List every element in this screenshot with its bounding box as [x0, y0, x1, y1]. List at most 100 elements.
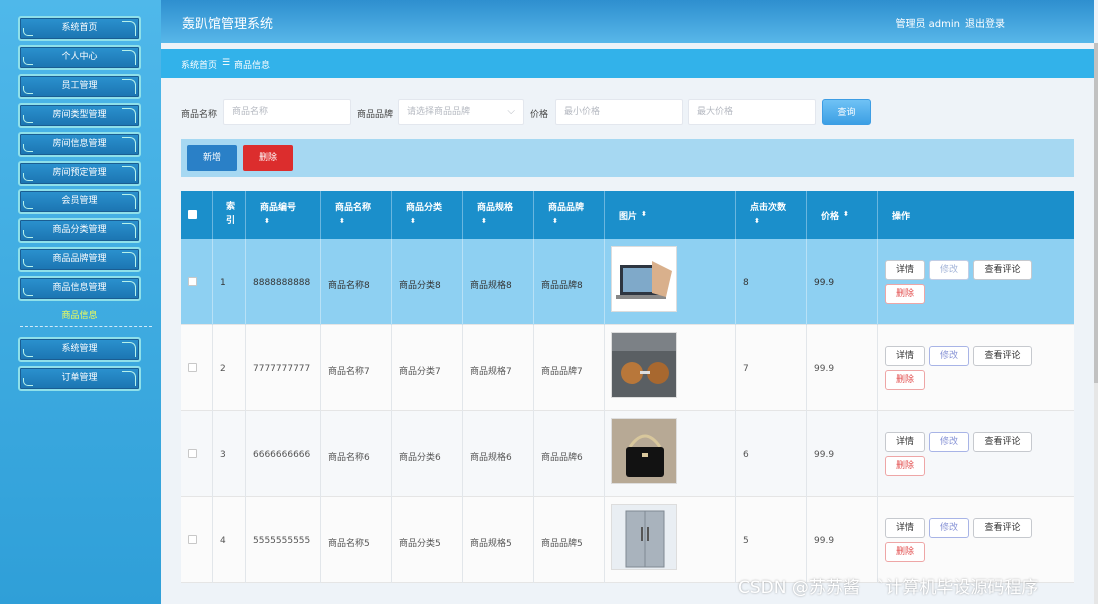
logout-link[interactable]: 退出登录 — [965, 15, 1005, 30]
laptop-image — [611, 246, 677, 312]
cell-value: 99.9 — [814, 364, 835, 374]
menu-profile[interactable]: 个人中心 — [18, 45, 141, 70]
cell-value: 99.9 — [814, 450, 835, 460]
delete-button[interactable]: 删除 — [243, 145, 293, 171]
chevron-down-icon: ⌵ — [507, 106, 515, 117]
cell-code: 7777777777 — [246, 325, 321, 411]
detail-button[interactable]: 详情 — [885, 432, 925, 452]
cell-spec: 商品规格5 — [463, 497, 534, 583]
cell-value: 2 — [220, 364, 226, 374]
detail-button[interactable]: 详情 — [885, 518, 925, 538]
cell-spec: 商品规格7 — [463, 325, 534, 411]
sort-icon: ⬍ — [754, 217, 760, 225]
row-select-cell — [181, 497, 213, 583]
cell-value: 商品名称5 — [328, 539, 370, 549]
actions-cell: 详情 修改 查看评论删除 — [878, 239, 1074, 325]
actions-cell: 详情 修改 查看评论删除 — [878, 497, 1074, 583]
action-toolbar — [181, 139, 1074, 177]
row-checkbox[interactable] — [188, 449, 197, 458]
row-delete-button[interactable]: 删除 — [885, 542, 925, 562]
cell-brand: 商品品牌6 — [534, 411, 605, 497]
table-row[interactable]: 4 5555555555 商品名称5 商品分类5 商品规格5 商品品牌5 5 99.9 详情 修改… — [181, 497, 1074, 583]
cell-value: 5 — [743, 536, 749, 546]
cell-idx: 3 — [213, 411, 246, 497]
cell-value: 8 — [743, 278, 749, 288]
cell-brand: 商品品牌7 — [534, 325, 605, 411]
view-comments-button[interactable]: 查看评论 — [973, 518, 1032, 538]
cell-brand: 商品品牌5 — [534, 497, 605, 583]
cell-value: 99.9 — [814, 536, 835, 546]
menu-system[interactable]: 系统管理 — [18, 337, 141, 362]
max-price-input[interactable]: 最大价格 — [688, 99, 816, 125]
menu-product-info[interactable]: 商品信息管理 — [18, 276, 141, 301]
sidebar-divider — [20, 326, 152, 327]
header-image[interactable]: 图片 ⬍ — [605, 191, 736, 239]
breadcrumb-home[interactable]: 系统首页 — [181, 58, 217, 71]
edit-button[interactable]: 修改 — [929, 260, 969, 280]
edit-button[interactable]: 修改 — [929, 432, 969, 452]
cell-value: 5555555555 — [253, 536, 311, 546]
edit-button[interactable]: 修改 — [929, 346, 969, 366]
add-button[interactable]: 新增 — [187, 145, 237, 171]
detail-button[interactable]: 详情 — [885, 346, 925, 366]
cell-code: 8888888888 — [246, 239, 321, 325]
menu-room-info[interactable]: 房间信息管理 — [18, 132, 141, 157]
table-row[interactable]: 3 6666666666 商品名称6 商品分类6 商品规格6 商品品牌6 6 99.9 详情 修改… — [181, 411, 1074, 497]
cell-code: 5555555555 — [246, 497, 321, 583]
sort-icon: ⬍ — [552, 217, 558, 225]
cell-name: 商品名称8 — [321, 239, 392, 325]
table-row[interactable]: 2 7777777777 商品名称7 商品分类7 商品规格7 商品品牌7 7 99.9 详情 修改… — [181, 325, 1074, 411]
min-price-input[interactable]: 最小价格 — [555, 99, 683, 125]
row-delete-button[interactable]: 删除 — [885, 456, 925, 476]
fridge-image — [611, 504, 677, 570]
view-comments-button[interactable]: 查看评论 — [973, 260, 1032, 280]
query-button[interactable]: 查询 — [822, 99, 871, 125]
menu-product-category[interactable]: 商品分类管理 — [18, 218, 141, 243]
cell-value: 商品规格7 — [470, 367, 512, 377]
header-category[interactable]: 商品分类 ⬍ — [392, 191, 463, 239]
row-checkbox[interactable] — [188, 277, 197, 286]
menu-room-types[interactable]: 房间类型管理 — [18, 103, 141, 128]
menu-room-booking[interactable]: 房间预定管理 — [18, 161, 141, 186]
row-checkbox[interactable] — [188, 363, 197, 372]
menu-staff[interactable]: 员工管理 — [18, 74, 141, 99]
sort-icon: ⬍ — [641, 210, 647, 218]
edit-button[interactable]: 修改 — [929, 518, 969, 538]
brand-select[interactable]: 请选择商品品牌 ⌵ — [398, 99, 524, 125]
search-name-input[interactable]: 商品名称 — [223, 99, 351, 125]
menu-orders[interactable]: 订单管理 — [18, 366, 141, 391]
header-select-all — [181, 191, 213, 239]
search-name-label: 商品名称 — [181, 110, 218, 120]
row-checkbox[interactable] — [188, 535, 197, 544]
cell-cat: 商品分类5 — [392, 497, 463, 583]
select-all-checkbox[interactable] — [188, 210, 197, 219]
menu-members[interactable]: 会员管理 — [18, 189, 141, 214]
header-spec[interactable]: 商品规格 ⬍ — [463, 191, 534, 239]
menu-product-brand[interactable]: 商品品牌管理 — [18, 247, 141, 272]
header-price[interactable]: 价格 ⬍ — [807, 191, 878, 239]
table-header: 索引 商品编号 ⬍ 商品名称 ⬍ 商品分类 ⬍ 商品规格 ⬍ 商品品牌 ⬍ 图片 ⬍ 点击次… — [181, 191, 1074, 239]
cell-value: 商品分类5 — [399, 539, 441, 549]
table-row[interactable]: 1 8888888888 商品名称8 商品分类8 商品规格8 商品品牌8 8 99.9 详情 修改… — [181, 239, 1074, 325]
cell-value: 6666666666 — [253, 450, 311, 460]
scrollbar-thumb[interactable] — [1094, 43, 1098, 383]
detail-button[interactable]: 详情 — [885, 260, 925, 280]
cell-value: 商品名称6 — [328, 453, 370, 463]
header-index[interactable]: 索引 — [213, 191, 246, 239]
row-delete-button[interactable]: 删除 — [885, 370, 925, 390]
header-code[interactable]: 商品编号 ⬍ — [246, 191, 321, 239]
cell-brand: 商品品牌8 — [534, 239, 605, 325]
header-name[interactable]: 商品名称 ⬍ — [321, 191, 392, 239]
image-cell — [605, 411, 736, 497]
page-scrollbar[interactable] — [1094, 43, 1098, 604]
header-clicks[interactable]: 点击次数 ⬍ — [736, 191, 807, 239]
cell-value: 商品分类7 — [399, 367, 441, 377]
submenu-product-info[interactable]: 商品信息 — [18, 308, 141, 321]
menu-home[interactable]: 系统首页 — [18, 16, 141, 41]
row-delete-button[interactable]: 删除 — [885, 284, 925, 304]
view-comments-button[interactable]: 查看评论 — [973, 432, 1032, 452]
cell-clicks: 6 — [736, 411, 807, 497]
header-brand[interactable]: 商品品牌 ⬍ — [534, 191, 605, 239]
row-select-cell — [181, 325, 213, 411]
view-comments-button[interactable]: 查看评论 — [973, 346, 1032, 366]
